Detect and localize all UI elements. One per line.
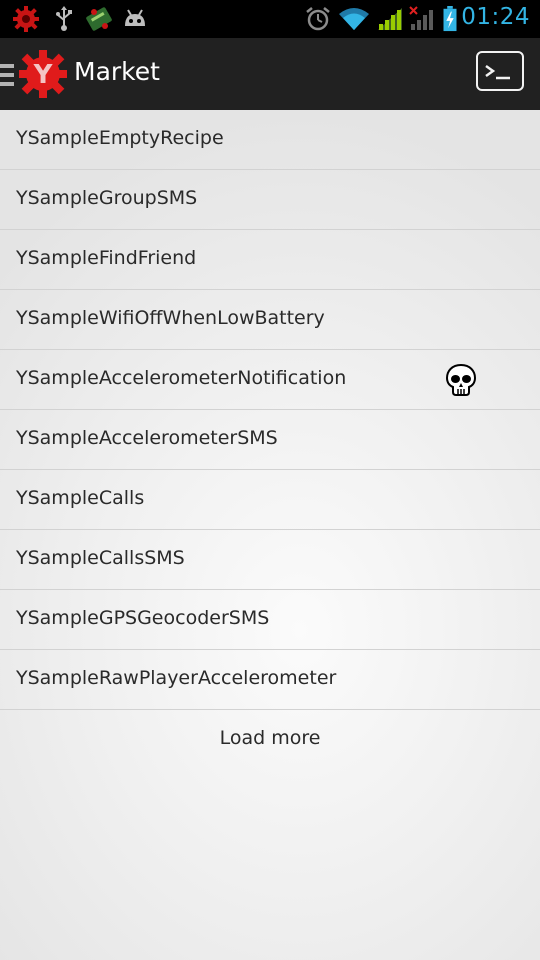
list-item[interactable]: YSampleFindFriend	[0, 230, 540, 290]
list-item-label: YSampleFindFriend	[16, 247, 197, 269]
drawer-menu-icon[interactable]	[0, 64, 14, 86]
terminal-icon	[485, 64, 510, 80]
list-item-label: YSampleGPSGeocoderSMS	[16, 607, 270, 629]
android-debug-icon	[125, 9, 145, 26]
list-item[interactable]: YSampleGPSGeocoderSMS	[0, 590, 540, 650]
no-signal-icon	[409, 6, 433, 30]
terminal-button[interactable]	[476, 51, 524, 91]
y-gear-logo[interactable]: Y	[18, 49, 68, 99]
recipe-list: YSampleEmptyRecipe YSampleGroupSMS YSamp…	[0, 110, 540, 710]
action-bar: Y Market	[0, 38, 540, 112]
battery-charging-icon	[443, 6, 457, 32]
list-item-label: YSampleAccelerometerNotification	[16, 367, 347, 389]
list-item-label: YSampleCallsSMS	[16, 547, 185, 569]
signal-icon	[378, 8, 402, 30]
list-item[interactable]: YSampleWifiOffWhenLowBattery	[0, 290, 540, 350]
svg-text:Y: Y	[33, 60, 54, 90]
list-item[interactable]: YSampleCalls	[0, 470, 540, 530]
load-more-button[interactable]: Load more	[0, 727, 540, 749]
list-item-label: YSampleAccelerometerSMS	[16, 427, 278, 449]
list-item[interactable]: YSampleAccelerometerSMS	[0, 410, 540, 470]
list-item-label: YSampleRawPlayerAccelerometer	[16, 667, 337, 689]
list-item-label: YSampleCalls	[16, 487, 145, 509]
list-item-label: YSampleGroupSMS	[16, 187, 198, 209]
status-clock: 01:24	[461, 4, 530, 30]
skull-icon	[446, 364, 476, 396]
list-item-label: YSampleEmptyRecipe	[16, 127, 224, 149]
list-item[interactable]: YSampleEmptyRecipe	[0, 110, 540, 170]
status-bar: 01:24	[0, 0, 540, 38]
list-item-label: YSampleWifiOffWhenLowBattery	[16, 307, 325, 329]
list-item[interactable]: YSampleRawPlayerAccelerometer	[0, 650, 540, 710]
list-item[interactable]: YSampleAccelerometerNotification	[0, 350, 540, 410]
wifi-icon	[339, 8, 369, 30]
app-notification-icon	[86, 7, 112, 31]
recipe-list-panel: YSampleEmptyRecipe YSampleGroupSMS YSamp…	[0, 110, 540, 960]
usb-icon	[56, 6, 72, 31]
list-item[interactable]: YSampleGroupSMS	[0, 170, 540, 230]
app-title: Market	[74, 57, 160, 86]
gear-notification-icon	[13, 6, 39, 32]
list-item[interactable]: YSampleCallsSMS	[0, 530, 540, 590]
alarm-icon	[306, 7, 330, 31]
